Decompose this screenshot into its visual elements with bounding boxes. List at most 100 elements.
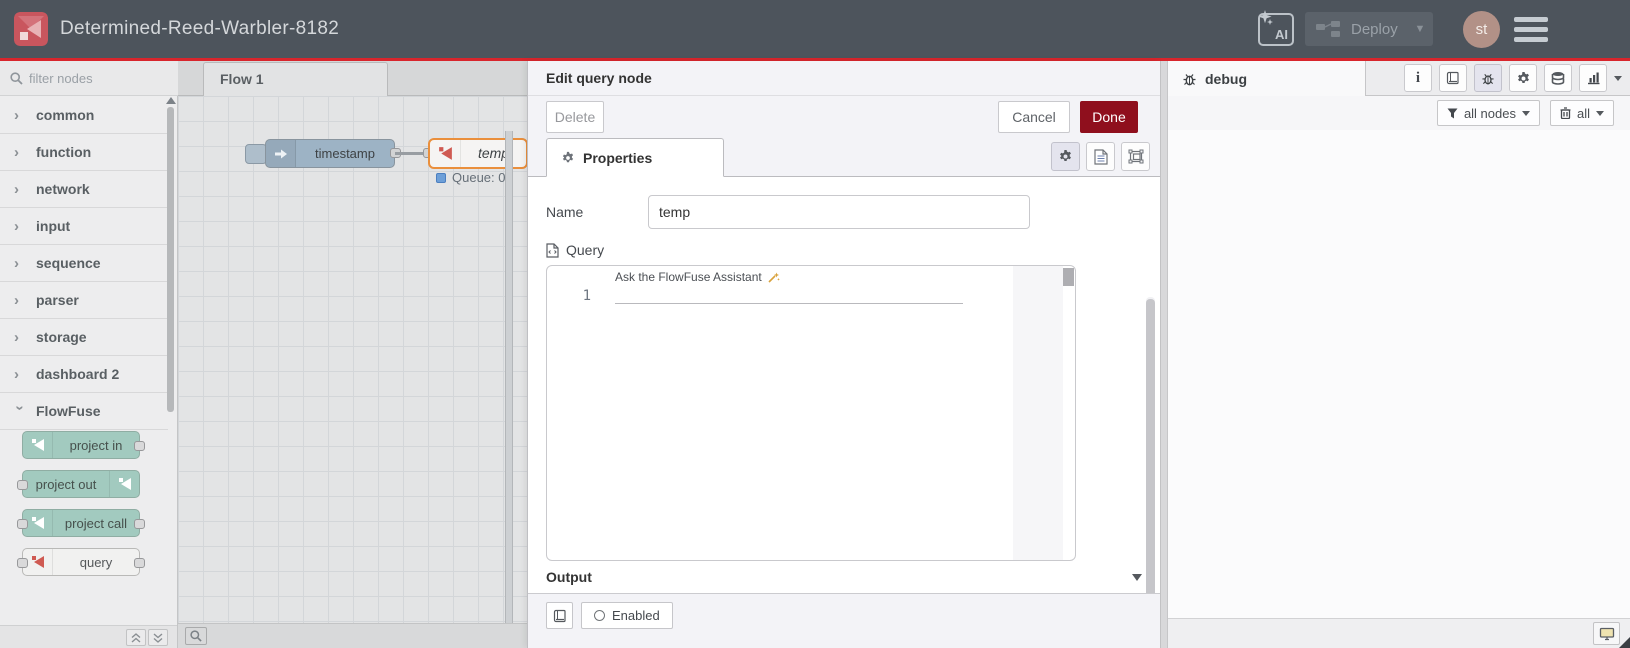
palette-scrollbar[interactable] xyxy=(166,97,176,648)
properties-tab-button[interactable] xyxy=(1051,142,1080,171)
palette-search[interactable] xyxy=(0,61,178,96)
output-section-header[interactable]: Output xyxy=(546,569,1142,585)
chevron-right-icon: › xyxy=(14,291,19,309)
chevron-right-icon: › xyxy=(14,328,19,346)
deploy-button-label: Deploy xyxy=(1351,20,1398,38)
inject-trigger-button[interactable] xyxy=(245,144,267,164)
chevron-right-icon: › xyxy=(14,180,19,198)
tray-toolbar: Delete Cancel Done xyxy=(528,96,1160,137)
palette-category-function[interactable]: › function xyxy=(0,134,168,171)
tray-title: Edit query node xyxy=(528,61,1160,96)
caret-down-icon xyxy=(1521,110,1530,116)
done-button[interactable]: Done xyxy=(1080,100,1138,133)
palette-category-common[interactable]: › common xyxy=(0,97,168,134)
appearance-tab-button[interactable] xyxy=(1121,142,1150,171)
book-icon xyxy=(553,609,566,622)
main-menu-button[interactable] xyxy=(1514,17,1548,47)
palette-scrollbar-thumb[interactable] xyxy=(167,107,174,412)
cancel-button[interactable]: Cancel xyxy=(998,100,1070,133)
config-nodes-tab-button[interactable] xyxy=(1509,64,1537,92)
node-temp-selected[interactable]: temp xyxy=(428,138,528,169)
flowfuse-logo-icon xyxy=(14,12,48,46)
search-icon xyxy=(10,71,23,85)
output-port[interactable] xyxy=(134,441,145,451)
palette-node-project-out[interactable]: project out xyxy=(17,470,140,498)
magic-wand-icon xyxy=(768,272,780,283)
tab-flow-1[interactable]: Flow 1 xyxy=(203,62,388,96)
query-code-editor[interactable]: 1 Ask the FlowFuse Assistant xyxy=(546,265,1076,561)
debug-filter-button[interactable]: all nodes xyxy=(1436,100,1540,126)
node-timestamp[interactable]: timestamp xyxy=(265,139,395,168)
tab-debug[interactable]: debug xyxy=(1168,61,1366,96)
input-port[interactable] xyxy=(17,558,28,568)
input-port[interactable] xyxy=(17,519,28,529)
debug-message-list[interactable] xyxy=(1168,130,1630,618)
document-icon xyxy=(1093,148,1108,165)
info-tab-button[interactable]: i xyxy=(1404,64,1432,92)
input-port[interactable] xyxy=(17,480,28,490)
tab-properties[interactable]: Properties xyxy=(546,138,724,177)
sidebar-resize-handle[interactable] xyxy=(1160,61,1167,648)
chevron-right-icon: › xyxy=(14,365,19,383)
edit-node-tray: Edit query node Delete Cancel Done Prope… xyxy=(527,61,1160,648)
palette-category-input[interactable]: › input xyxy=(0,208,168,245)
scroll-up-icon[interactable] xyxy=(166,97,176,104)
palette-footer xyxy=(0,625,177,648)
node-enabled-toggle[interactable]: Enabled xyxy=(581,602,673,629)
inject-arrow-icon xyxy=(266,140,296,167)
header-bar: Determined-Reed-Warbler-8182 AI Deploy ▼… xyxy=(0,0,1630,61)
dashboard-tab-button[interactable] xyxy=(1579,64,1607,92)
deploy-dropdown-caret[interactable]: ▼ xyxy=(1407,23,1433,35)
sidebar-tab-bar: debug i xyxy=(1168,61,1630,96)
palette-category-network[interactable]: › network xyxy=(0,171,168,208)
palette-category-storage[interactable]: › storage xyxy=(0,319,168,356)
delete-button[interactable]: Delete xyxy=(546,100,604,133)
name-label: Name xyxy=(546,204,584,220)
node-help-button[interactable] xyxy=(546,602,573,629)
palette-category-dashboard2[interactable]: › dashboard 2 xyxy=(0,356,168,393)
palette-category-sequence[interactable]: › sequence xyxy=(0,245,168,282)
window-resize-grip[interactable] xyxy=(1619,637,1630,648)
context-data-tab-button[interactable] xyxy=(1544,64,1572,92)
deploy-button[interactable]: Deploy ▼ xyxy=(1305,12,1433,46)
palette-category-flowfuse[interactable]: › FlowFuse xyxy=(0,393,168,430)
sidebar-menu-caret[interactable] xyxy=(1614,75,1622,81)
name-input[interactable] xyxy=(648,195,1030,229)
expand-all-button[interactable] xyxy=(148,629,168,646)
output-port[interactable] xyxy=(134,519,145,529)
filter-nodes-input[interactable] xyxy=(29,70,159,86)
bar-chart-icon xyxy=(1587,72,1599,85)
ai-assistant-button[interactable]: AI xyxy=(1258,10,1294,46)
assistant-prompt[interactable]: Ask the FlowFuse Assistant xyxy=(615,270,780,284)
debug-sidebar: debug i all nodes all xyxy=(1167,61,1630,648)
debug-clear-button[interactable]: all xyxy=(1549,100,1614,126)
palette-category-parser[interactable]: › parser xyxy=(0,282,168,319)
output-port[interactable] xyxy=(134,558,145,568)
user-avatar[interactable]: st xyxy=(1463,11,1500,48)
chevron-right-icon: › xyxy=(14,254,19,272)
flowfuse-query-icon xyxy=(430,140,461,167)
chevron-right-icon: › xyxy=(14,217,19,235)
status-dot-icon xyxy=(436,172,446,183)
line-number: 1 xyxy=(582,288,591,304)
bug-icon xyxy=(1482,73,1494,84)
zoom-search-button[interactable] xyxy=(185,627,207,645)
enabled-radio-icon xyxy=(594,610,605,621)
debug-tab-button[interactable] xyxy=(1474,64,1502,92)
palette-node-query[interactable]: query xyxy=(17,548,145,576)
assistant-input-line[interactable] xyxy=(615,287,963,304)
help-tab-button[interactable] xyxy=(1439,64,1467,92)
palette-node-project-call[interactable]: project call xyxy=(17,509,145,537)
palette-node-project-in[interactable]: project in xyxy=(22,431,145,459)
magnifier-icon xyxy=(190,630,202,642)
description-tab-button[interactable] xyxy=(1086,142,1115,171)
canvas-vertical-scrollbar[interactable] xyxy=(505,131,513,648)
info-icon: i xyxy=(1415,69,1421,86)
tray-footer: Enabled xyxy=(528,593,1160,648)
editor-scrollbar-thumb[interactable] xyxy=(1063,268,1074,286)
open-debug-window-button[interactable] xyxy=(1593,622,1620,645)
chevron-right-icon: › xyxy=(14,143,19,161)
collapse-all-button[interactable] xyxy=(126,629,146,646)
gear-icon xyxy=(1517,71,1529,83)
editor-gutter: 1 xyxy=(547,266,605,560)
